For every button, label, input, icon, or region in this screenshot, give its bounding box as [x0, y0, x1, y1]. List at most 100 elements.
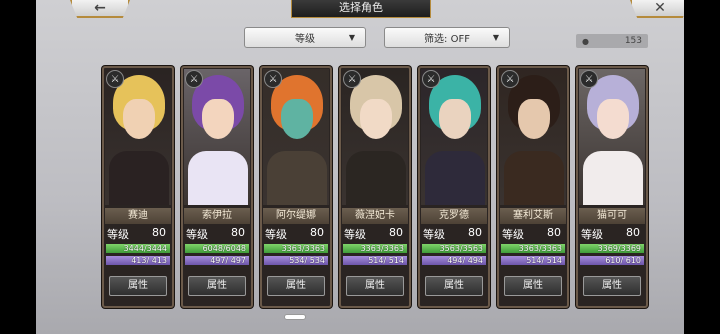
character-portrait — [342, 69, 408, 205]
character-portrait — [105, 69, 171, 205]
attributes-button[interactable]: 属性 — [346, 276, 404, 296]
character-portrait — [184, 69, 250, 205]
mp-bar: 514/ 514 — [501, 256, 565, 265]
portrait-outfit — [346, 151, 406, 205]
mp-bar: 610/ 610 — [580, 256, 644, 265]
character-name: 阿尔缇娜 — [263, 208, 329, 224]
attributes-button[interactable]: 属性 — [188, 276, 246, 296]
hp-bar: 3369/3369 — [580, 244, 644, 253]
character-card[interactable]: ⚔ 塞利艾斯 等级 80 3363/3363 514/ 514 属性 — [497, 66, 569, 308]
portrait-face — [597, 99, 629, 139]
character-portrait — [579, 69, 645, 205]
mp-bar: 497/ 497 — [185, 256, 249, 265]
mp-bar: 514/ 514 — [343, 256, 407, 265]
portrait-outfit — [188, 151, 248, 205]
back-button[interactable]: ← — [70, 0, 130, 18]
level-value: 80 — [468, 226, 482, 239]
level-row: 等级 80 — [106, 226, 170, 242]
character-card[interactable]: ⚔ 赛迪 等级 80 3444/3444 413/ 413 属性 — [102, 66, 174, 308]
character-card[interactable]: ⚔ 阿尔缇娜 等级 80 3363/3363 534/ 534 属性 — [260, 66, 332, 308]
character-name: 塞利艾斯 — [500, 208, 566, 224]
close-icon: ✕ — [654, 0, 666, 16]
portrait-outfit — [504, 151, 564, 205]
attributes-button[interactable]: 属性 — [109, 276, 167, 296]
portrait-outfit — [109, 151, 169, 205]
attributes-button[interactable]: 属性 — [267, 276, 325, 296]
portrait-face — [518, 99, 550, 139]
hp-bar: 3563/3563 — [422, 244, 486, 253]
level-row: 等级 80 — [343, 226, 407, 242]
level-label: 等级 — [186, 228, 208, 241]
class-badge-icon: ⚔ — [106, 70, 124, 88]
level-row: 等级 80 — [185, 226, 249, 242]
class-badge-icon: ⚔ — [422, 70, 440, 88]
chevron-down-icon: ▼ — [348, 33, 355, 42]
character-portrait — [421, 69, 487, 205]
level-label: 等级 — [581, 228, 603, 241]
sort-dropdown[interactable]: 等级 ▼ — [244, 27, 366, 48]
character-card[interactable]: ⚔ 克罗德 等级 80 3563/3563 494/ 494 属性 — [418, 66, 490, 308]
character-portrait — [263, 69, 329, 205]
level-label: 等级 — [423, 228, 445, 241]
portrait-face — [439, 99, 471, 139]
level-value: 80 — [389, 226, 403, 239]
class-badge-icon: ⚔ — [185, 70, 203, 88]
filter-dropdown-label: 筛选: OFF — [424, 34, 470, 45]
character-card[interactable]: ⚔ 索伊拉 等级 80 6048/6048 497/ 497 属性 — [181, 66, 253, 308]
character-name: 索伊拉 — [184, 208, 250, 224]
character-count-value: 153 — [624, 36, 642, 46]
portrait-face — [123, 99, 155, 139]
character-card[interactable]: ⚔ 薇涅妃卡 等级 80 3363/3363 514/ 514 属性 — [339, 66, 411, 308]
page-indicator — [284, 314, 306, 320]
level-label: 等级 — [502, 228, 524, 241]
level-label: 等级 — [107, 228, 129, 241]
sort-dropdown-label: 等级 — [295, 34, 315, 45]
character-count: ● 153 — [576, 34, 648, 48]
level-row: 等级 80 — [501, 226, 565, 242]
portrait-outfit — [583, 151, 643, 205]
level-row: 等级 80 — [580, 226, 644, 242]
class-badge-icon: ⚔ — [580, 70, 598, 88]
portrait-face — [202, 99, 234, 139]
character-portrait — [500, 69, 566, 205]
filter-dropdown[interactable]: 筛选: OFF ▼ — [384, 27, 510, 48]
class-badge-icon: ⚔ — [501, 70, 519, 88]
level-row: 等级 80 — [264, 226, 328, 242]
attributes-button[interactable]: 属性 — [583, 276, 641, 296]
mp-bar: 494/ 494 — [422, 256, 486, 265]
level-value: 80 — [626, 226, 640, 239]
page-title: 选择角色 — [291, 0, 431, 18]
close-button[interactable]: ✕ — [630, 0, 684, 18]
hp-bar: 6048/6048 — [185, 244, 249, 253]
portrait-outfit — [267, 151, 327, 205]
hp-bar: 3363/3363 — [343, 244, 407, 253]
hp-bar: 3444/3444 — [106, 244, 170, 253]
level-label: 等级 — [265, 228, 287, 241]
hp-bar: 3363/3363 — [501, 244, 565, 253]
level-label: 等级 — [344, 228, 366, 241]
attributes-button[interactable]: 属性 — [504, 276, 562, 296]
level-value: 80 — [231, 226, 245, 239]
portrait-face — [281, 99, 313, 139]
level-value: 80 — [310, 226, 324, 239]
character-select-screen: ← 选择角色 ✕ 等级 ▼ 筛选: OFF ▼ ● 153 ⚔ 赛迪 等级 80 … — [36, 0, 684, 334]
class-badge-icon: ⚔ — [264, 70, 282, 88]
character-name: 赛迪 — [105, 208, 171, 224]
class-badge-icon: ⚔ — [343, 70, 361, 88]
level-row: 等级 80 — [422, 226, 486, 242]
character-name: 猫可可 — [579, 208, 645, 224]
mp-bar: 534/ 534 — [264, 256, 328, 265]
character-name: 克罗德 — [421, 208, 487, 224]
level-value: 80 — [547, 226, 561, 239]
character-card[interactable]: ⚔ 猫可可 等级 80 3369/3369 610/ 610 属性 — [576, 66, 648, 308]
person-icon: ● — [582, 36, 589, 46]
level-value: 80 — [152, 226, 166, 239]
hp-bar: 3363/3363 — [264, 244, 328, 253]
portrait-face — [360, 99, 392, 139]
mp-bar: 413/ 413 — [106, 256, 170, 265]
chevron-down-icon: ▼ — [492, 33, 499, 42]
portrait-outfit — [425, 151, 485, 205]
attributes-button[interactable]: 属性 — [425, 276, 483, 296]
character-name: 薇涅妃卡 — [342, 208, 408, 224]
back-arrow-icon: ← — [94, 0, 106, 16]
